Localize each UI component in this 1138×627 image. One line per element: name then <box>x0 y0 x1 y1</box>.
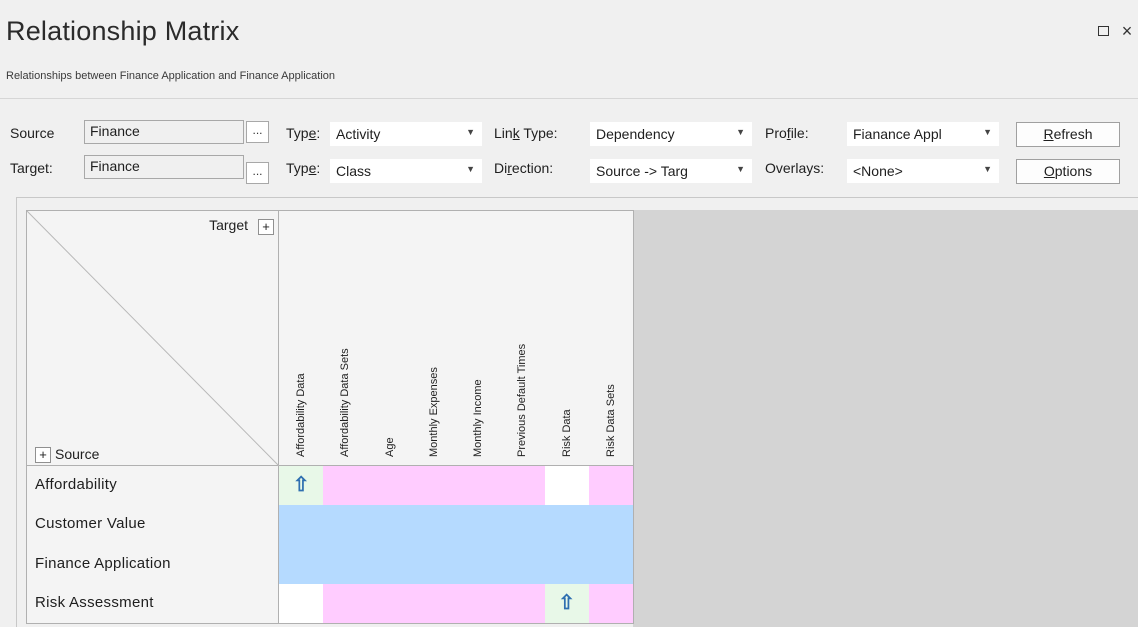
profile-label: Profile: <box>765 125 809 141</box>
matrix-cell[interactable] <box>367 583 413 624</box>
matrix-cell[interactable] <box>367 466 413 507</box>
matrix-cell[interactable] <box>323 583 369 624</box>
window-title: Relationship Matrix <box>6 16 240 46</box>
window-subtitle: Relationships between Finance Applicatio… <box>6 70 335 82</box>
matrix-cell[interactable] <box>367 544 413 585</box>
matrix-cell[interactable] <box>456 466 502 507</box>
source-type-select[interactable]: Activity ▼ <box>330 122 482 146</box>
chevron-down-icon: ▼ <box>983 164 992 174</box>
up-arrow-icon: ⇧ <box>292 474 310 496</box>
matrix-cell[interactable] <box>411 466 457 507</box>
matrix-cell[interactable] <box>279 505 325 546</box>
matrix-cell[interactable] <box>500 544 546 585</box>
overlays-label: Overlays: <box>765 160 825 176</box>
matrix-corner-header: Target + + Source <box>26 210 280 467</box>
chevron-down-icon: ▼ <box>736 164 745 174</box>
matrix-cell[interactable] <box>411 583 457 624</box>
target-label: Target: <box>10 160 53 176</box>
options-button[interactable]: Options <box>1016 159 1120 184</box>
row-header[interactable]: Risk Assessment <box>26 583 279 624</box>
column-header[interactable]: Previous Default Times <box>500 210 546 466</box>
matrix-cell[interactable] <box>544 505 590 546</box>
column-header[interactable]: Affordability Data <box>279 210 325 466</box>
column-header-label: Risk Data <box>560 409 573 457</box>
matrix-cell[interactable] <box>323 544 369 585</box>
column-header[interactable]: Monthly Income <box>456 210 502 466</box>
column-header[interactable]: Risk Data <box>544 210 590 466</box>
target-type-select[interactable]: Class ▼ <box>330 159 482 183</box>
row-header[interactable]: Affordability <box>26 466 279 507</box>
source-axis-label: + Source <box>35 446 99 463</box>
matrix-cell[interactable] <box>279 583 325 624</box>
matrix-cell[interactable] <box>411 544 457 585</box>
target-type-label: Type: <box>286 160 321 176</box>
matrix-cell[interactable] <box>323 466 369 507</box>
row-header[interactable]: Customer Value <box>26 505 279 546</box>
up-arrow-icon: ⇧ <box>558 591 575 614</box>
matrix-cell-relationship[interactable]: ⇧ <box>279 466 325 507</box>
matrix-cell[interactable] <box>367 505 413 546</box>
matrix-cell[interactable] <box>500 583 546 624</box>
direction-select[interactable]: Source -> Targ ▼ <box>590 159 752 183</box>
target-axis-label: Target <box>209 217 248 233</box>
source-field[interactable]: Finance <box>84 120 244 144</box>
maximize-icon[interactable] <box>1094 22 1112 40</box>
column-header-label: Affordability Data Sets <box>339 348 352 457</box>
column-header[interactable]: Monthly Expenses <box>411 210 457 466</box>
matrix-cell-relationship[interactable]: ⇧ <box>544 583 590 624</box>
column-header[interactable]: Risk Data Sets <box>588 210 634 466</box>
column-header-label: Risk Data Sets <box>604 384 617 457</box>
target-field[interactable]: Finance <box>84 155 244 179</box>
target-browse-button[interactable]: ... <box>246 162 269 184</box>
source-expand-button[interactable]: + <box>35 447 51 463</box>
matrix-cell[interactable] <box>456 583 502 624</box>
matrix-cell[interactable] <box>544 544 590 585</box>
chevron-down-icon: ▼ <box>736 127 745 137</box>
matrix-cell[interactable] <box>500 505 546 546</box>
row-header[interactable]: Finance Application <box>26 544 279 585</box>
link-type-label: Link Type: <box>494 125 558 141</box>
close-icon[interactable]: × <box>1118 22 1136 40</box>
matrix-cell[interactable] <box>588 544 634 585</box>
link-type-select[interactable]: Dependency ▼ <box>590 122 752 146</box>
overlays-select[interactable]: <None> ▼ <box>847 159 999 183</box>
column-header-label: Monthly Expenses <box>427 367 440 457</box>
chevron-down-icon: ▼ <box>983 127 992 137</box>
column-header[interactable]: Age <box>367 210 413 466</box>
matrix-cell[interactable] <box>456 544 502 585</box>
corner-diagonal <box>27 211 280 467</box>
profile-select[interactable]: Fianance Appl ▼ <box>847 122 999 146</box>
matrix-cell[interactable] <box>411 505 457 546</box>
matrix-empty-area <box>633 210 1138 627</box>
matrix-cell[interactable] <box>588 466 634 507</box>
matrix-cell[interactable] <box>588 583 634 624</box>
matrix-cell[interactable] <box>500 466 546 507</box>
chevron-down-icon: ▼ <box>466 127 475 137</box>
matrix-cell[interactable] <box>279 544 325 585</box>
source-label: Source <box>10 125 55 141</box>
source-type-label: Type: <box>286 125 321 141</box>
source-browse-button[interactable]: ... <box>246 121 269 143</box>
refresh-button[interactable]: Refresh <box>1016 122 1120 147</box>
column-header-label: Monthly Income <box>472 379 485 457</box>
chevron-down-icon: ▼ <box>466 164 475 174</box>
column-header-label: Age <box>383 437 396 457</box>
divider <box>0 98 1138 99</box>
column-header-label: Previous Default Times <box>516 343 529 457</box>
matrix-cell[interactable] <box>588 505 634 546</box>
matrix-cell[interactable] <box>456 505 502 546</box>
matrix-cell[interactable] <box>323 505 369 546</box>
column-header-label: Affordability Data <box>295 373 308 457</box>
direction-label: Direction: <box>494 160 554 176</box>
matrix-cell[interactable] <box>544 466 590 507</box>
column-header[interactable]: Affordability Data Sets <box>323 210 369 466</box>
target-expand-button[interactable]: + <box>258 219 274 235</box>
